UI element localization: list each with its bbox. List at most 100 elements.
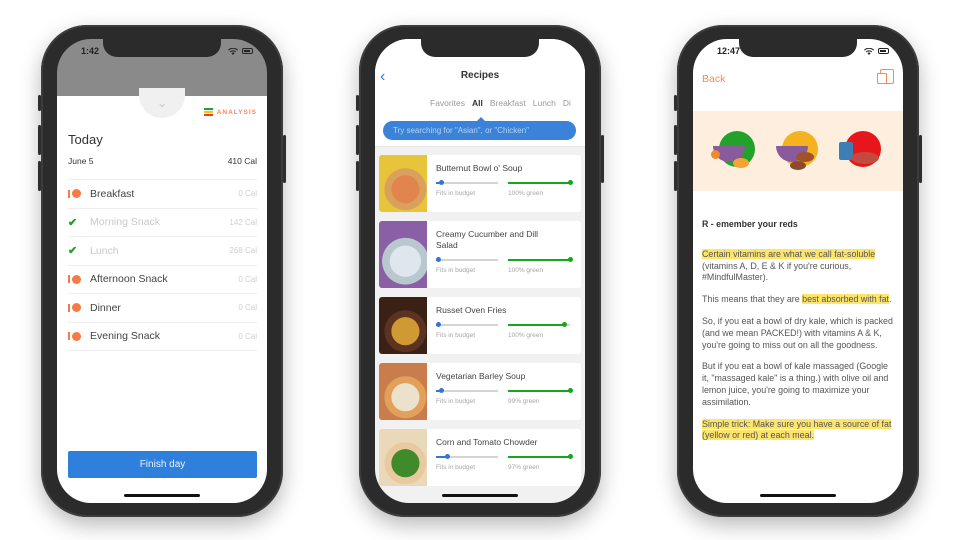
article-paragraph: Certain vitamins are what we call fat-so…	[702, 248, 895, 284]
paragraph-text: This means that they are	[702, 294, 803, 305]
budget-slider	[435, 322, 498, 327]
recipe-card[interactable]: Creamy Cucumber and Dill Salad Fits in b…	[379, 221, 581, 288]
status-time: 1:42	[81, 46, 100, 56]
paragraph-text: (vitamins A, D, E & K if you're curious,…	[702, 260, 852, 283]
budget-slider	[436, 180, 498, 185]
finish-day-button[interactable]: Finish day	[68, 451, 257, 478]
recipe-title: Butternut Bowl o' Soup	[436, 163, 523, 173]
screen: 1:42 ⌄ ANALYSIS Today June 5 410 Cal Bre…	[57, 39, 267, 503]
screen: ‹ Recipes Favorites All Breakfast Lunch …	[375, 39, 585, 503]
fork-icon	[68, 275, 70, 284]
recipe-thumbnail	[379, 221, 427, 288]
recipe-thumbnail	[379, 363, 427, 420]
meal-name: Lunch	[90, 244, 119, 257]
meal-list: Breakfast 0 Cal ✔ Morning Snack 142 Cal ✔ Lu…	[68, 179, 257, 351]
budget-label: Fits in budget	[436, 464, 476, 471]
meal-row-breakfast[interactable]: Breakfast 0 Cal	[68, 180, 257, 209]
share-icon[interactable]	[877, 69, 894, 84]
meal-row-dinner[interactable]: Dinner 0 Cal	[68, 294, 257, 323]
fork-icon	[68, 303, 70, 312]
battery-icon	[242, 48, 253, 54]
recipe-card[interactable]: Vegetarian Barley Soup Fits in budget 99…	[379, 363, 581, 420]
meal-calories: 0 Cal	[238, 303, 257, 313]
budget-label: Fits in budget	[436, 332, 476, 339]
article-paragraph: Simple trick: Make sure you have a sourc…	[702, 418, 895, 443]
search-input[interactable]: Try searching for "Asian", or "Chicken"	[383, 117, 576, 140]
article-paragraph: But if you eat a bowl of kale massaged (…	[702, 361, 889, 407]
fork-icon	[68, 189, 70, 198]
yellow-grain-bowl-icon	[774, 128, 822, 174]
unlogged-dot-icon	[71, 303, 81, 313]
recipe-thumbnail	[379, 297, 427, 354]
recipe-title: Vegetarian Barley Soup	[436, 371, 526, 381]
meal-row-morning-snack[interactable]: ✔ Morning Snack 142 Cal	[68, 209, 257, 237]
analysis-label: ANALYSIS	[216, 108, 257, 116]
home-indicator	[442, 494, 518, 497]
tab-dinner[interactable]: Di	[563, 98, 571, 108]
green-veggie-bowl-icon	[710, 128, 759, 174]
page-title: Recipes	[460, 70, 500, 81]
green-slider	[508, 388, 573, 393]
meal-calories: 142 Cal	[229, 217, 257, 227]
meal-row-afternoon-snack[interactable]: Afternoon Snack 0 Cal	[68, 266, 257, 294]
home-indicator	[760, 494, 836, 497]
recipe-card[interactable]: Butternut Bowl o' Soup Fits in budget 10…	[379, 155, 581, 212]
budget-slider	[435, 257, 498, 262]
category-tabs: Favorites All Breakfast Lunch Di	[430, 98, 571, 108]
meal-name: Dinner	[90, 301, 121, 314]
unlogged-dot-icon	[71, 331, 81, 341]
green-slider	[508, 257, 573, 262]
meal-row-evening-snack[interactable]: Evening Snack 0 Cal	[68, 323, 257, 351]
unlogged-dot-icon	[71, 189, 81, 199]
green-label: 97% green	[508, 464, 540, 471]
meal-calories: 0 Cal	[238, 189, 257, 199]
meal-calories: 268 Cal	[229, 246, 257, 256]
analysis-button[interactable]: ANALYSIS	[203, 108, 257, 116]
meal-row-lunch[interactable]: ✔ Lunch 268 Cal	[68, 237, 257, 266]
analysis-bars-icon	[203, 108, 213, 116]
article-heading: R - emember your reds	[702, 219, 798, 229]
budget-label: Fits in budget	[436, 267, 476, 274]
meal-calories: 0 Cal	[238, 331, 257, 341]
recipe-title: Russet Oven Fries	[436, 305, 507, 315]
page-title: Today	[68, 132, 103, 147]
screen: 12:47 Back R - emember your reds Certain…	[693, 39, 903, 503]
unlogged-dot-icon	[71, 274, 81, 284]
date-row: June 5 410 Cal	[68, 156, 257, 166]
food-illustration-banner	[693, 111, 903, 191]
meal-name: Afternoon Snack	[90, 273, 168, 286]
article-body: R - emember your reds Certain vitamins a…	[702, 219, 895, 452]
paragraph-text: .	[888, 294, 892, 305]
status-time: 12:47	[717, 46, 741, 56]
tab-all[interactable]: All	[472, 98, 483, 108]
date-label: June 5	[68, 156, 94, 166]
budget-slider	[436, 388, 498, 393]
green-slider	[508, 180, 573, 185]
article-paragraph: So, if you eat a bowl of dry kale, which…	[702, 315, 893, 350]
check-icon: ✔	[68, 216, 78, 229]
green-label: 99% green	[508, 398, 540, 405]
green-label: 100% green	[508, 267, 544, 274]
tab-breakfast[interactable]: Breakfast	[490, 98, 526, 108]
meal-name: Evening Snack	[90, 330, 161, 343]
recipe-title: Corn and Tomato Chowder	[436, 437, 538, 447]
home-indicator	[124, 494, 200, 497]
budget-label: Fits in budget	[436, 190, 476, 197]
collapse-chevron-icon[interactable]: ⌄	[139, 88, 185, 118]
green-slider	[508, 454, 573, 459]
red-protein-icon	[837, 128, 885, 174]
phone-recipes: ‹ Recipes Favorites All Breakfast Lunch …	[356, 25, 604, 517]
tab-lunch[interactable]: Lunch	[533, 98, 556, 108]
budget-slider	[436, 454, 498, 459]
recipe-card[interactable]: Russet Oven Fries Fits in budget 100% gr…	[379, 297, 581, 354]
recipe-card[interactable]: Corn and Tomato Chowder Fits in budget 9…	[379, 429, 581, 486]
recipe-title: Creamy Cucumber and Dill Salad	[436, 229, 539, 250]
back-button[interactable]: Back	[702, 73, 725, 85]
fork-icon	[68, 332, 70, 341]
notch	[103, 39, 221, 57]
meal-name: Breakfast	[90, 187, 135, 200]
tab-favorites[interactable]: Favorites	[430, 98, 465, 108]
phone-article: 12:47 Back R - emember your reds Certain…	[674, 25, 922, 517]
wifi-icon	[864, 47, 874, 55]
wifi-icon	[228, 47, 238, 55]
